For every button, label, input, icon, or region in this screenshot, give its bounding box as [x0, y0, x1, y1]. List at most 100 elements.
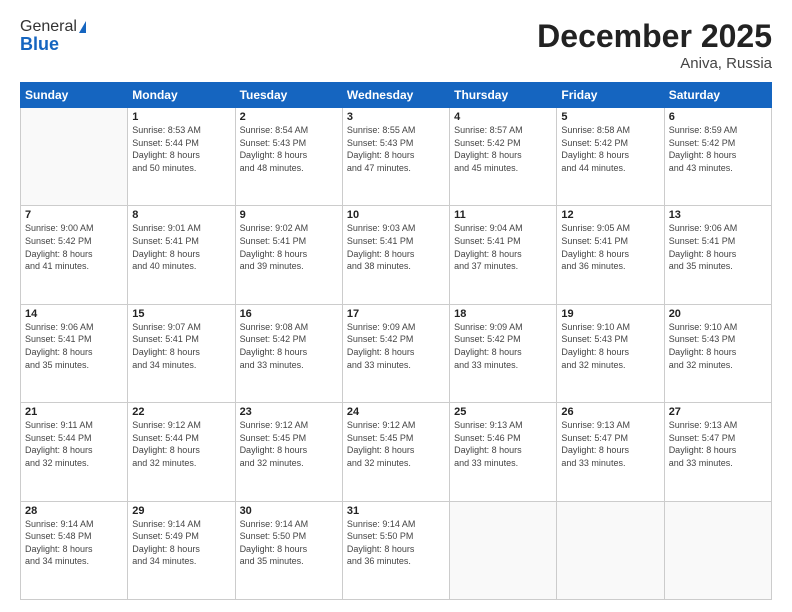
calendar-week-row: 28Sunrise: 9:14 AMSunset: 5:48 PMDayligh… [21, 501, 772, 599]
page: General Blue December 2025 Aniva, Russia… [0, 0, 792, 612]
day-info: Sunrise: 9:01 AMSunset: 5:41 PMDaylight:… [132, 222, 230, 272]
day-info: Sunrise: 8:59 AMSunset: 5:42 PMDaylight:… [669, 124, 767, 174]
day-number: 31 [347, 505, 445, 517]
day-number: 24 [347, 406, 445, 418]
header-thursday: Thursday [450, 83, 557, 108]
calendar-day: 20Sunrise: 9:10 AMSunset: 5:43 PMDayligh… [664, 304, 771, 402]
calendar-day: 28Sunrise: 9:14 AMSunset: 5:48 PMDayligh… [21, 501, 128, 599]
calendar-day: 14Sunrise: 9:06 AMSunset: 5:41 PMDayligh… [21, 304, 128, 402]
calendar-day: 11Sunrise: 9:04 AMSunset: 5:41 PMDayligh… [450, 206, 557, 304]
calendar-day: 19Sunrise: 9:10 AMSunset: 5:43 PMDayligh… [557, 304, 664, 402]
day-number: 1 [132, 111, 230, 123]
calendar-day: 15Sunrise: 9:07 AMSunset: 5:41 PMDayligh… [128, 304, 235, 402]
calendar-day: 3Sunrise: 8:55 AMSunset: 5:43 PMDaylight… [342, 108, 449, 206]
day-number: 15 [132, 308, 230, 320]
calendar-day: 10Sunrise: 9:03 AMSunset: 5:41 PMDayligh… [342, 206, 449, 304]
day-info: Sunrise: 8:54 AMSunset: 5:43 PMDaylight:… [240, 124, 338, 174]
calendar-table: Sunday Monday Tuesday Wednesday Thursday… [20, 82, 772, 600]
day-number: 18 [454, 308, 552, 320]
header: General Blue December 2025 Aniva, Russia [20, 18, 772, 72]
calendar-day: 25Sunrise: 9:13 AMSunset: 5:46 PMDayligh… [450, 403, 557, 501]
header-monday: Monday [128, 83, 235, 108]
day-number: 20 [669, 308, 767, 320]
day-number: 23 [240, 406, 338, 418]
day-info: Sunrise: 9:13 AMSunset: 5:47 PMDaylight:… [561, 419, 659, 469]
calendar-week-row: 21Sunrise: 9:11 AMSunset: 5:44 PMDayligh… [21, 403, 772, 501]
day-info: Sunrise: 9:12 AMSunset: 5:45 PMDaylight:… [347, 419, 445, 469]
calendar-day: 22Sunrise: 9:12 AMSunset: 5:44 PMDayligh… [128, 403, 235, 501]
day-number: 26 [561, 406, 659, 418]
day-number: 14 [25, 308, 123, 320]
day-number: 6 [669, 111, 767, 123]
day-number: 7 [25, 209, 123, 221]
day-info: Sunrise: 9:09 AMSunset: 5:42 PMDaylight:… [454, 321, 552, 371]
calendar-day: 30Sunrise: 9:14 AMSunset: 5:50 PMDayligh… [235, 501, 342, 599]
calendar-day: 17Sunrise: 9:09 AMSunset: 5:42 PMDayligh… [342, 304, 449, 402]
day-number: 9 [240, 209, 338, 221]
day-info: Sunrise: 9:03 AMSunset: 5:41 PMDaylight:… [347, 222, 445, 272]
day-number: 29 [132, 505, 230, 517]
calendar-day: 12Sunrise: 9:05 AMSunset: 5:41 PMDayligh… [557, 206, 664, 304]
calendar-day: 29Sunrise: 9:14 AMSunset: 5:49 PMDayligh… [128, 501, 235, 599]
calendar-day: 6Sunrise: 8:59 AMSunset: 5:42 PMDaylight… [664, 108, 771, 206]
calendar-day: 13Sunrise: 9:06 AMSunset: 5:41 PMDayligh… [664, 206, 771, 304]
day-info: Sunrise: 9:08 AMSunset: 5:42 PMDaylight:… [240, 321, 338, 371]
header-sunday: Sunday [21, 83, 128, 108]
day-info: Sunrise: 9:06 AMSunset: 5:41 PMDaylight:… [25, 321, 123, 371]
day-number: 27 [669, 406, 767, 418]
day-info: Sunrise: 9:07 AMSunset: 5:41 PMDaylight:… [132, 321, 230, 371]
title-block: December 2025 Aniva, Russia [537, 18, 772, 72]
calendar-day [450, 501, 557, 599]
day-info: Sunrise: 9:12 AMSunset: 5:44 PMDaylight:… [132, 419, 230, 469]
calendar-day: 27Sunrise: 9:13 AMSunset: 5:47 PMDayligh… [664, 403, 771, 501]
day-info: Sunrise: 9:06 AMSunset: 5:41 PMDaylight:… [669, 222, 767, 272]
calendar-day: 18Sunrise: 9:09 AMSunset: 5:42 PMDayligh… [450, 304, 557, 402]
day-info: Sunrise: 9:04 AMSunset: 5:41 PMDaylight:… [454, 222, 552, 272]
day-info: Sunrise: 9:09 AMSunset: 5:42 PMDaylight:… [347, 321, 445, 371]
day-number: 5 [561, 111, 659, 123]
day-info: Sunrise: 9:13 AMSunset: 5:47 PMDaylight:… [669, 419, 767, 469]
day-info: Sunrise: 8:53 AMSunset: 5:44 PMDaylight:… [132, 124, 230, 174]
calendar-day [21, 108, 128, 206]
day-info: Sunrise: 9:02 AMSunset: 5:41 PMDaylight:… [240, 222, 338, 272]
logo-icon [79, 21, 86, 33]
calendar-day: 9Sunrise: 9:02 AMSunset: 5:41 PMDaylight… [235, 206, 342, 304]
day-number: 3 [347, 111, 445, 123]
logo-blue-text: Blue [20, 34, 59, 55]
calendar-title: December 2025 [537, 18, 772, 55]
day-number: 21 [25, 406, 123, 418]
header-tuesday: Tuesday [235, 83, 342, 108]
calendar-day: 24Sunrise: 9:12 AMSunset: 5:45 PMDayligh… [342, 403, 449, 501]
day-info: Sunrise: 9:14 AMSunset: 5:49 PMDaylight:… [132, 518, 230, 568]
day-info: Sunrise: 9:05 AMSunset: 5:41 PMDaylight:… [561, 222, 659, 272]
calendar-day: 4Sunrise: 8:57 AMSunset: 5:42 PMDaylight… [450, 108, 557, 206]
header-saturday: Saturday [664, 83, 771, 108]
calendar-day: 2Sunrise: 8:54 AMSunset: 5:43 PMDaylight… [235, 108, 342, 206]
logo: General Blue [20, 18, 86, 55]
calendar-week-row: 1Sunrise: 8:53 AMSunset: 5:44 PMDaylight… [21, 108, 772, 206]
calendar-day: 8Sunrise: 9:01 AMSunset: 5:41 PMDaylight… [128, 206, 235, 304]
day-number: 2 [240, 111, 338, 123]
day-info: Sunrise: 8:58 AMSunset: 5:42 PMDaylight:… [561, 124, 659, 174]
day-info: Sunrise: 9:10 AMSunset: 5:43 PMDaylight:… [669, 321, 767, 371]
calendar-day: 21Sunrise: 9:11 AMSunset: 5:44 PMDayligh… [21, 403, 128, 501]
calendar-day: 31Sunrise: 9:14 AMSunset: 5:50 PMDayligh… [342, 501, 449, 599]
day-info: Sunrise: 9:14 AMSunset: 5:48 PMDaylight:… [25, 518, 123, 568]
calendar-day: 16Sunrise: 9:08 AMSunset: 5:42 PMDayligh… [235, 304, 342, 402]
day-number: 10 [347, 209, 445, 221]
calendar-day [664, 501, 771, 599]
calendar-day: 23Sunrise: 9:12 AMSunset: 5:45 PMDayligh… [235, 403, 342, 501]
calendar-day: 26Sunrise: 9:13 AMSunset: 5:47 PMDayligh… [557, 403, 664, 501]
day-info: Sunrise: 9:12 AMSunset: 5:45 PMDaylight:… [240, 419, 338, 469]
day-info: Sunrise: 9:11 AMSunset: 5:44 PMDaylight:… [25, 419, 123, 469]
calendar-week-row: 14Sunrise: 9:06 AMSunset: 5:41 PMDayligh… [21, 304, 772, 402]
calendar-day: 5Sunrise: 8:58 AMSunset: 5:42 PMDaylight… [557, 108, 664, 206]
day-number: 22 [132, 406, 230, 418]
calendar-week-row: 7Sunrise: 9:00 AMSunset: 5:42 PMDaylight… [21, 206, 772, 304]
day-info: Sunrise: 8:57 AMSunset: 5:42 PMDaylight:… [454, 124, 552, 174]
calendar-header-row: Sunday Monday Tuesday Wednesday Thursday… [21, 83, 772, 108]
day-number: 11 [454, 209, 552, 221]
day-info: Sunrise: 8:55 AMSunset: 5:43 PMDaylight:… [347, 124, 445, 174]
header-wednesday: Wednesday [342, 83, 449, 108]
calendar-subtitle: Aniva, Russia [537, 55, 772, 72]
